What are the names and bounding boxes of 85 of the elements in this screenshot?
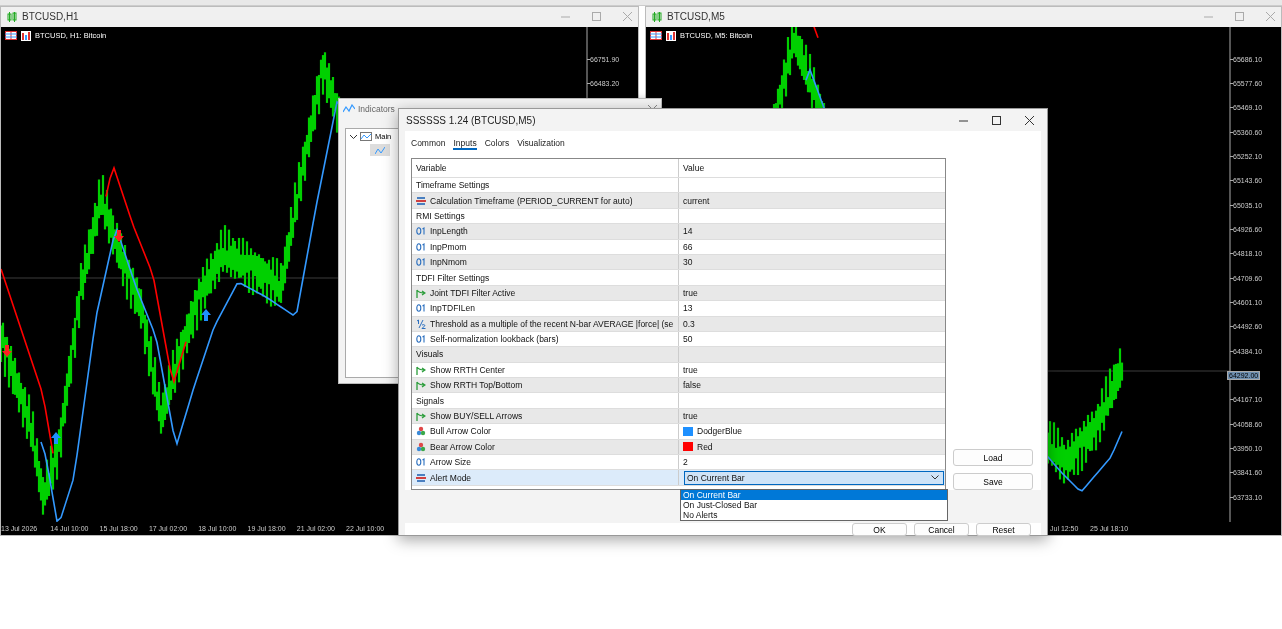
group-label: TDFI Filter Settings bbox=[412, 270, 679, 285]
parameter-name: InpNmom bbox=[430, 257, 467, 268]
parameter-name: Threshold as a multiple of the recent N-bar AVERAGE |force| (se bbox=[430, 318, 674, 329]
group-label: Timeframe Settings bbox=[412, 178, 679, 193]
integer-icon bbox=[416, 303, 426, 314]
dropdown-option[interactable]: No Alerts bbox=[681, 510, 947, 520]
group-label: Visuals bbox=[412, 347, 679, 362]
close-icon[interactable] bbox=[1025, 115, 1034, 125]
integer-icon bbox=[416, 257, 426, 268]
chevron-down-icon bbox=[931, 475, 939, 481]
integer-icon bbox=[416, 241, 426, 252]
parameter-value[interactable]: 0.3 bbox=[683, 318, 695, 329]
down-arrow-icon bbox=[114, 229, 124, 242]
integer-icon bbox=[416, 457, 426, 468]
parameter-name: InpLength bbox=[430, 226, 468, 237]
parameter-name: Alert Mode bbox=[430, 472, 472, 483]
group-label: RMI Settings bbox=[412, 208, 679, 224]
parameter-name: Bear Arrow Color bbox=[430, 441, 495, 452]
parameter-name: Show BUY/SELL Arrows bbox=[430, 411, 523, 422]
integer-icon bbox=[416, 334, 426, 345]
parameter-value[interactable]: 2 bbox=[683, 457, 688, 468]
column-header: Variable bbox=[412, 159, 679, 177]
parameter-value[interactable]: false bbox=[683, 380, 701, 391]
group-label: Signals bbox=[412, 393, 679, 408]
parameter-name: Arrow Size bbox=[430, 457, 472, 468]
parameter-name: Bull Arrow Color bbox=[430, 426, 491, 437]
dropdown-option[interactable]: On Current Bar bbox=[681, 490, 947, 500]
parameter-name: Self-normalization lookback (bars) bbox=[430, 334, 559, 345]
tab[interactable]: Visualization bbox=[517, 136, 565, 150]
toggle-arrow-icon bbox=[416, 287, 426, 298]
parameter-name: Calculation Timeframe (PERIOD_CURRENT for auto) bbox=[430, 195, 633, 206]
up-arrow-icon bbox=[201, 308, 211, 321]
parameter-value[interactable]: true bbox=[683, 287, 698, 298]
candlestick-icon bbox=[7, 12, 17, 22]
tab[interactable]: Colors bbox=[484, 136, 510, 150]
parameter-name: InpTDFILen bbox=[430, 303, 475, 314]
palette-icon bbox=[416, 426, 426, 437]
parameter-value[interactable]: true bbox=[683, 411, 698, 422]
dialog-button[interactable]: OK bbox=[852, 523, 907, 536]
parameter-value[interactable]: 30 bbox=[683, 257, 693, 268]
fraction-icon bbox=[416, 318, 426, 329]
candlestick-icon bbox=[652, 12, 662, 22]
list-icon bbox=[416, 472, 426, 483]
parameter-name: Show RRTH Top/Bottom bbox=[430, 380, 523, 391]
bar-chart-icon bbox=[21, 30, 31, 41]
parameter-value[interactable]: true bbox=[683, 364, 698, 375]
toggle-arrow-icon bbox=[416, 411, 426, 422]
indicator-icon bbox=[343, 104, 355, 114]
bar-chart-icon bbox=[666, 30, 676, 41]
dropdown-field[interactable]: On Current Bar bbox=[684, 470, 944, 485]
parameter-name: InpPmom bbox=[430, 241, 467, 252]
dropdown-option[interactable]: On Just-Closed Bar bbox=[681, 500, 947, 510]
parameter-name: Joint TDFI Filter Active bbox=[430, 287, 516, 298]
tab[interactable]: Inputs bbox=[453, 136, 477, 150]
chart-window-icon bbox=[360, 132, 372, 141]
parameter-value[interactable]: 66 bbox=[683, 241, 693, 252]
parameter-value[interactable]: DodgerBlue bbox=[697, 426, 742, 437]
palette-icon bbox=[416, 441, 426, 452]
dialog-title: SSSSSS 1.24 (BTCUSD,M5) bbox=[406, 114, 537, 126]
maximize-icon[interactable] bbox=[992, 115, 1001, 125]
grid-icon bbox=[5, 31, 17, 41]
dialog-button[interactable]: Reset bbox=[976, 523, 1031, 536]
parameter-value[interactable]: 14 bbox=[683, 226, 693, 237]
grid-icon bbox=[650, 31, 662, 41]
tab[interactable]: Common bbox=[411, 136, 446, 150]
up-arrow-icon bbox=[51, 431, 61, 444]
toggle-arrow-icon bbox=[416, 364, 426, 375]
window-title: Indicators bbox=[358, 104, 395, 114]
side-button[interactable]: Save bbox=[953, 473, 1033, 490]
integer-icon bbox=[416, 226, 426, 237]
parameter-value[interactable]: Red bbox=[697, 441, 713, 452]
window-title: BTCUSD,H1 bbox=[22, 11, 80, 23]
down-arrow-icon bbox=[2, 344, 12, 357]
parameter-value[interactable]: current bbox=[683, 195, 710, 206]
toggle-arrow-icon bbox=[416, 380, 426, 391]
window-title: BTCUSD,M5 bbox=[667, 11, 726, 23]
indicator-icon bbox=[375, 145, 385, 155]
side-button[interactable]: Load bbox=[953, 449, 1033, 466]
column-header: Value bbox=[682, 162, 706, 175]
parameter-name: Show RRTH Center bbox=[430, 364, 505, 375]
list-icon bbox=[416, 195, 426, 206]
parameter-value[interactable]: 13 bbox=[683, 303, 693, 314]
dialog-button[interactable]: Cancel bbox=[914, 523, 969, 536]
collapse-icon[interactable] bbox=[350, 133, 357, 140]
parameter-value[interactable]: 50 bbox=[683, 334, 693, 345]
